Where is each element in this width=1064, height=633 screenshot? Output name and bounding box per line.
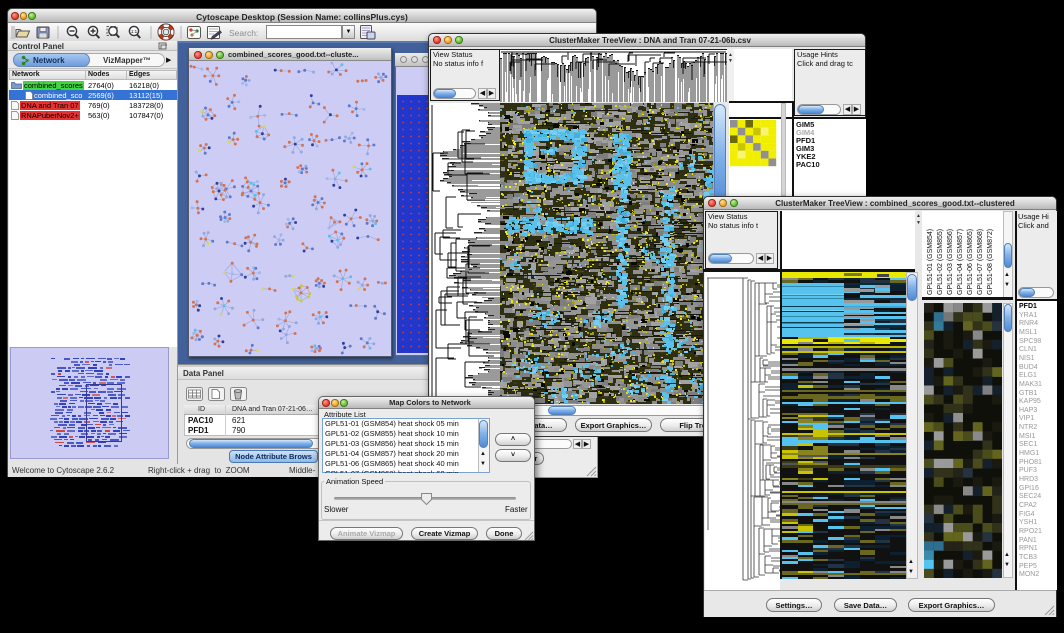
svg-text:1:1: 1:1 (131, 29, 138, 34)
